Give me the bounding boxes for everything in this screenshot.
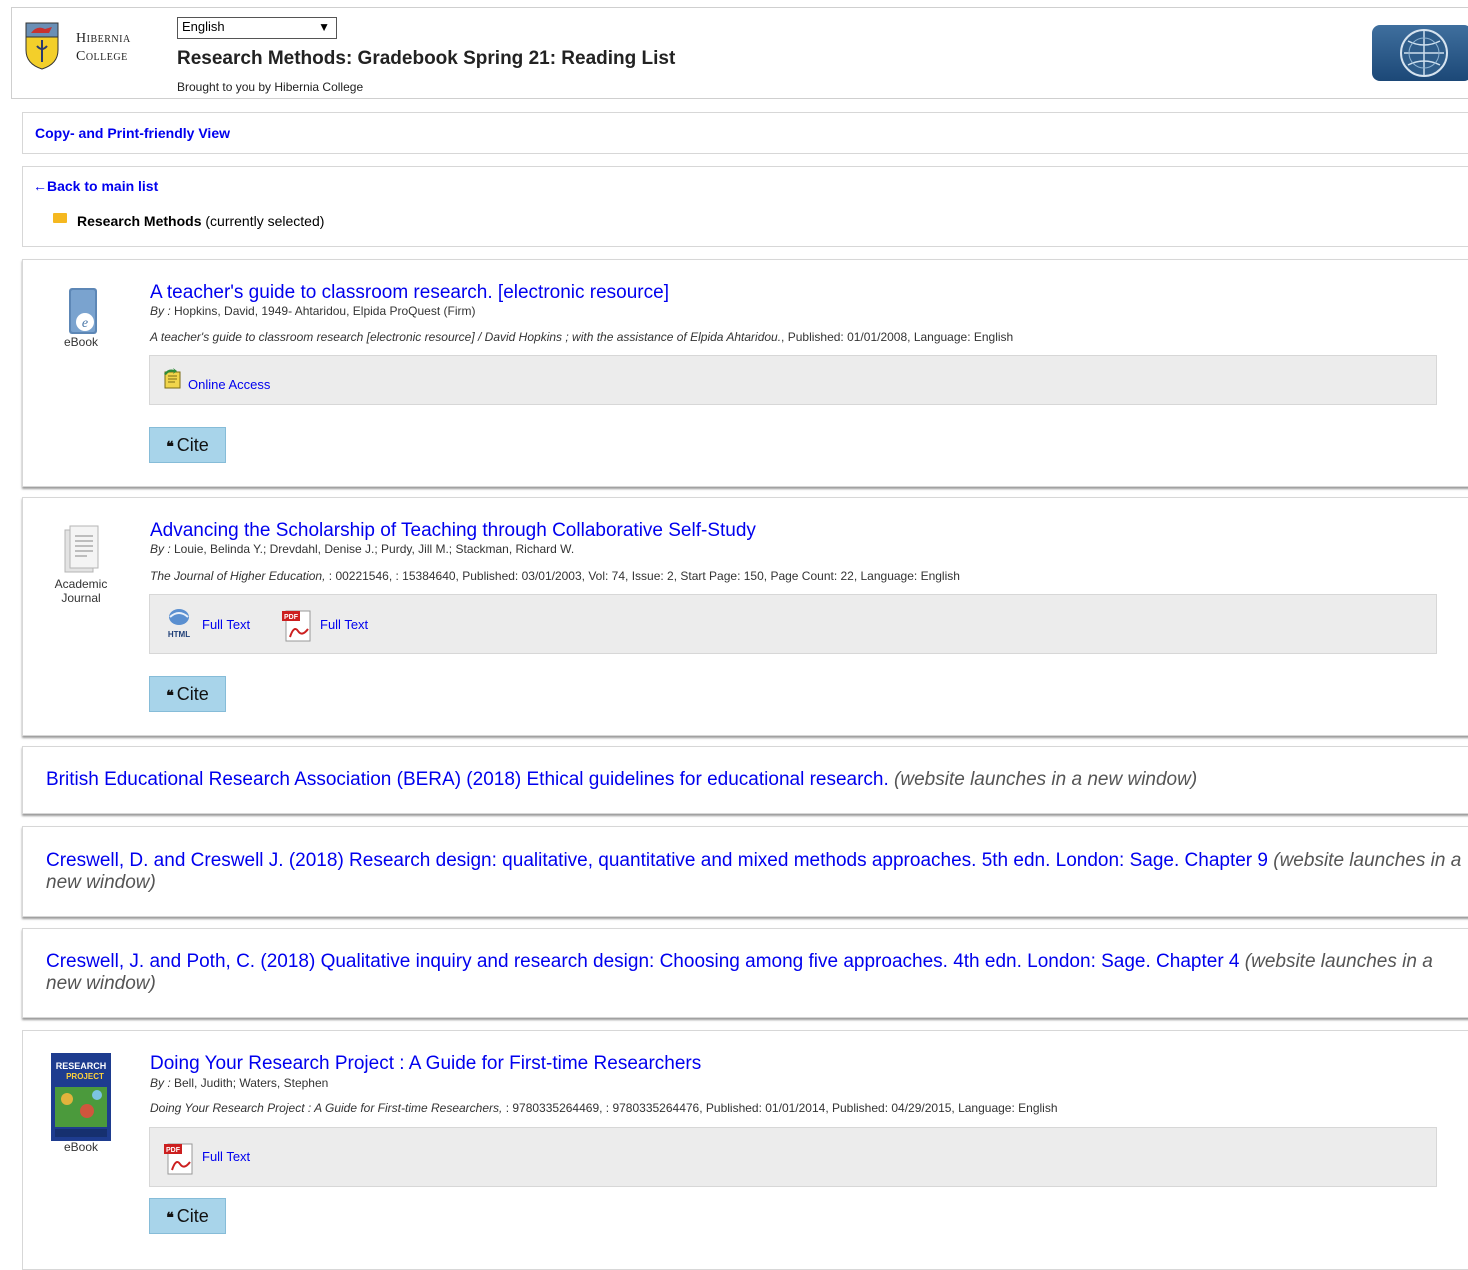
meta-source: Doing Your Research Project : A Guide fo… bbox=[150, 1101, 503, 1115]
folder-status: (currently selected) bbox=[201, 213, 325, 229]
web-link-text: Creswell, D. and Creswell J. (2018) Rese… bbox=[46, 850, 1268, 871]
meta-source: A teacher's guide to classroom research … bbox=[150, 330, 782, 344]
item-title-link[interactable]: A teacher's guide to classroom research.… bbox=[150, 282, 669, 304]
author-list: Louie, Belinda Y.; Drevdahl, Denise J.; … bbox=[170, 542, 575, 556]
quote-icon: ❝ bbox=[166, 438, 174, 454]
web-link[interactable]: Creswell, J. and Poth, C. (2018) Qualita… bbox=[46, 951, 1467, 995]
college-name: Hibernia College bbox=[76, 30, 131, 66]
item-metadata: Doing Your Research Project : A Guide fo… bbox=[150, 1101, 1058, 1115]
item-title-link[interactable]: Doing Your Research Project : A Guide fo… bbox=[150, 1053, 701, 1075]
web-link-item: British Educational Research Association… bbox=[22, 746, 1468, 814]
cite-label: Cite bbox=[176, 435, 209, 455]
by-prefix: By : bbox=[150, 542, 171, 556]
print-friendly-view-link[interactable]: Copy- and Print-friendly View bbox=[35, 125, 230, 141]
svg-text:e: e bbox=[82, 316, 88, 331]
ebook-icon: e bbox=[69, 288, 97, 334]
by-prefix: By : bbox=[150, 304, 171, 318]
html-full-text-icon: HTML bbox=[168, 609, 190, 639]
language-select[interactable]: English ▼ bbox=[177, 17, 337, 39]
meta-source: The Journal of Higher Education, bbox=[150, 569, 326, 583]
item-authors: By : Louie, Belinda Y.; Drevdahl, Denise… bbox=[150, 542, 574, 556]
chevron-down-icon: ▼ bbox=[318, 20, 330, 34]
item-type-label: eBook bbox=[63, 1140, 99, 1154]
meta-details: : 9780335264469, : 9780335264476, Publis… bbox=[502, 1101, 1058, 1115]
brought-by-text: Brought to you by Hibernia College bbox=[177, 80, 364, 94]
new-window-note: (website launches in a new window) bbox=[888, 769, 1198, 790]
item-type-label: eBook bbox=[63, 335, 99, 349]
cite-button[interactable]: ❝ Cite bbox=[149, 427, 226, 463]
globe-icon bbox=[1400, 29, 1448, 77]
author-list: Bell, Judith; Waters, Stephen bbox=[170, 1076, 329, 1090]
access-links-box: PDF Full Text bbox=[149, 1127, 1437, 1187]
pdf-full-text-link[interactable]: Full Text bbox=[202, 1149, 250, 1164]
cite-label: Cite bbox=[176, 1206, 209, 1226]
pdf-badge-text: PDF bbox=[166, 1147, 181, 1154]
item-type-indicator: Academic Journal bbox=[41, 522, 121, 605]
web-link[interactable]: Creswell, D. and Creswell J. (2018) Rese… bbox=[46, 850, 1467, 894]
reading-list-item: RESEARCH PROJECT eBook Doing Your Resear… bbox=[22, 1030, 1468, 1270]
online-access-link[interactable]: Online Access bbox=[188, 377, 270, 392]
meta-details: : 00221546, : 15384640, Published: 03/01… bbox=[325, 569, 960, 583]
college-name-line2: College bbox=[76, 49, 128, 64]
cover-text-line2: PROJECT bbox=[66, 1072, 104, 1081]
meta-details: , Published: 01/01/2008, Language: Engli… bbox=[781, 330, 1014, 344]
item-metadata: The Journal of Higher Education, : 00221… bbox=[150, 569, 960, 583]
ebsco-logo[interactable] bbox=[1372, 25, 1468, 81]
reading-list-item: e eBook A teacher's guide to classroom r… bbox=[22, 259, 1468, 487]
quote-icon: ❝ bbox=[166, 1209, 174, 1225]
language-selected-value: English bbox=[182, 19, 225, 34]
print-view-panel: Copy- and Print-friendly View bbox=[22, 112, 1468, 154]
folder-icon bbox=[53, 213, 67, 224]
back-to-main-list-link[interactable]: ←Back to main list bbox=[33, 178, 158, 194]
folder-name: Research Methods bbox=[77, 213, 202, 229]
author-list: Hopkins, David, 1949- Ahtaridou, Elpida … bbox=[170, 304, 476, 318]
page-header: Hibernia College English ▼ Research Meth… bbox=[11, 7, 1468, 99]
college-crest-logo bbox=[25, 22, 59, 70]
item-type-label-line1: Academic bbox=[54, 577, 108, 591]
college-name-line1: Hibernia bbox=[76, 31, 131, 46]
item-type-indicator: e eBook bbox=[41, 282, 121, 349]
pdf-icon: PDF bbox=[164, 1143, 193, 1175]
html-full-text-link[interactable]: Full Text bbox=[202, 617, 250, 632]
by-prefix: By : bbox=[150, 1076, 171, 1090]
quote-icon: ❝ bbox=[166, 687, 174, 703]
online-access-icon bbox=[164, 368, 181, 389]
cover-text-line1: RESEARCH bbox=[56, 1061, 107, 1071]
access-links-box: Online Access bbox=[149, 355, 1437, 405]
cite-label: Cite bbox=[176, 684, 209, 704]
item-type-label-line2: Journal bbox=[61, 591, 101, 605]
web-link-item: Creswell, J. and Poth, C. (2018) Qualita… bbox=[22, 928, 1468, 1018]
web-link-text: Creswell, J. and Poth, C. (2018) Qualita… bbox=[46, 951, 1240, 972]
item-authors: By : Bell, Judith; Waters, Stephen bbox=[150, 1076, 328, 1090]
page-title: Research Methods: Gradebook Spring 21: R… bbox=[177, 48, 676, 69]
web-link-text: British Educational Research Association… bbox=[46, 769, 889, 790]
pdf-full-text-link[interactable]: Full Text bbox=[320, 617, 368, 632]
book-cover-image: RESEARCH PROJECT bbox=[51, 1053, 111, 1141]
navigation-panel: ←Back to main list Research Methods (cur… bbox=[22, 166, 1468, 247]
item-authors: By : Hopkins, David, 1949- Ahtaridou, El… bbox=[150, 304, 475, 318]
item-type-label: Academic Journal bbox=[41, 577, 121, 605]
journal-icon bbox=[64, 525, 99, 573]
pdf-badge-text: PDF bbox=[284, 614, 299, 621]
web-link-item: Creswell, D. and Creswell J. (2018) Rese… bbox=[22, 826, 1468, 917]
web-link[interactable]: British Educational Research Association… bbox=[46, 769, 1467, 791]
reading-list-item: Academic Journal Advancing the Scholarsh… bbox=[22, 497, 1468, 736]
item-metadata: A teacher's guide to classroom research … bbox=[150, 330, 1013, 344]
access-links-box: HTML Full Text PDF Full Text bbox=[149, 594, 1437, 654]
cite-button[interactable]: ❝ Cite bbox=[149, 1198, 226, 1234]
item-title-link[interactable]: Advancing the Scholarship of Teaching th… bbox=[150, 520, 756, 542]
pdf-icon: PDF bbox=[282, 610, 311, 642]
current-folder: Research Methods (currently selected) bbox=[53, 213, 324, 229]
cite-button[interactable]: ❝ Cite bbox=[149, 676, 226, 712]
html-badge-text: HTML bbox=[168, 630, 190, 639]
item-type-indicator: RESEARCH PROJECT eBook bbox=[41, 1053, 121, 1154]
